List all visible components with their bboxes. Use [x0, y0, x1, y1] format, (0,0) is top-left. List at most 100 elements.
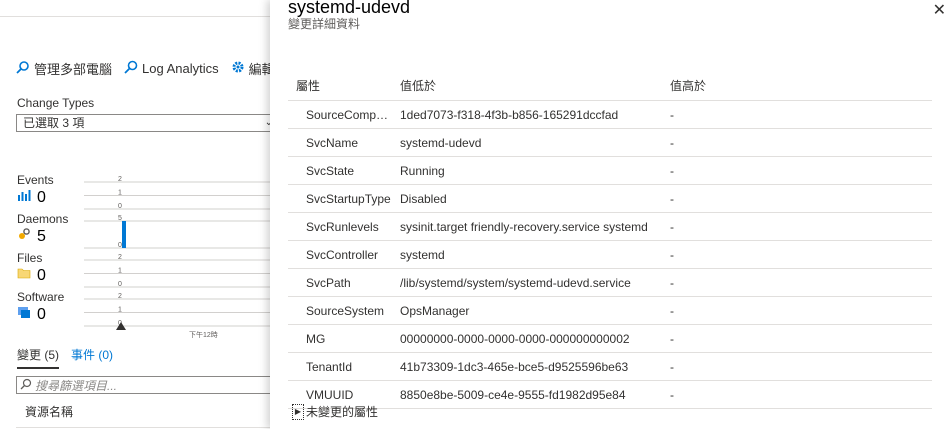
cell-property: SvcRunlevels [306, 219, 379, 234]
tick-label: 0 [118, 242, 122, 249]
cell-property: SvcState [306, 163, 355, 178]
cell-new-value: - [670, 275, 674, 290]
metric-software: Software 0 [17, 290, 64, 324]
change-types-label: Change Types [17, 96, 95, 110]
table-row[interactable]: SourceSystem OpsManager - [288, 297, 932, 325]
table-row[interactable]: SourceComputerId 1ded7073-f318-4f3b-b856-… [288, 101, 932, 129]
cell-property: SourceSystem [306, 303, 385, 318]
cell-old-value: /lib/systemd/system/systemd-udevd.servic… [400, 275, 631, 290]
tick-label: 1 [118, 190, 122, 197]
header-divider [0, 16, 270, 17]
gear-icon [231, 60, 245, 77]
cell-property: SvcPath [306, 275, 351, 290]
resource-name-column-header: 資源名稱 [25, 405, 74, 419]
table-row[interactable]: SvcState Running - [288, 157, 932, 185]
search-placeholder: 搜尋篩選項目... [35, 378, 118, 393]
cell-old-value: OpsManager [400, 303, 470, 318]
table-row[interactable]: MG 00000000-0000-0000-0000-000000000002 - [288, 325, 932, 353]
table-row[interactable]: SvcController systemd - [288, 241, 932, 269]
tick-label: 2 [118, 293, 122, 300]
edit-settings-button[interactable]: 編輯 [231, 59, 275, 78]
column-header-property[interactable]: 屬性 [288, 77, 392, 94]
tick-label: 0 [118, 281, 122, 288]
cell-new-value: - [670, 107, 674, 122]
cell-old-value: Disabled [400, 191, 447, 206]
tab-strip: 變更 (5) 事件 (0) [17, 346, 113, 369]
metric-label: Files [17, 251, 43, 265]
tick-label: 2 [118, 176, 122, 183]
cell-property: SvcName [306, 135, 359, 150]
metric-label: Events [17, 173, 54, 187]
chart-bar [122, 221, 126, 248]
metric-label: Software [17, 290, 65, 304]
cell-old-value: systemd-udevd [400, 135, 482, 150]
manage-machines-button[interactable]: 管理多部電腦 [16, 59, 112, 78]
manage-machines-icon [16, 60, 30, 77]
metric-events: Events 0 [17, 173, 54, 207]
column-header-new-value[interactable]: 值高於 [662, 77, 932, 94]
change-types-dropdown[interactable]: 已選取 3 項 ⌄ [16, 114, 278, 132]
table-row[interactable]: VMUUID 8850e8be-5009-ce4e-9555-fd1982d95e… [288, 381, 932, 409]
cell-old-value: 1ded7073-f318-4f3b-b856-165291dccfad [400, 107, 619, 122]
cell-old-value: 8850e8be-5009-ce4e-9555-fd1982d95e84 [400, 387, 626, 402]
cell-new-value: - [670, 219, 674, 234]
cell-property: SourceComputerId [306, 107, 392, 122]
folder-icon [17, 266, 31, 285]
panel-subtitle: 變更詳細資料 [288, 17, 361, 31]
tab-changes[interactable]: 變更 (5) [17, 346, 60, 369]
change-timeline-chart: 21050210210下午12時 [84, 176, 270, 339]
tick-label: 1 [118, 307, 122, 314]
unchanged-properties-label: 未變更的屬性 [306, 405, 379, 419]
daemons-gear-icon [17, 227, 31, 246]
cell-new-value: - [670, 247, 674, 262]
cell-old-value: 00000000-0000-0000-0000-000000000002 [400, 331, 630, 346]
metric-value: 0 [37, 188, 46, 206]
column-header-old-value[interactable]: 值低於 [392, 77, 662, 94]
table-row[interactable]: SvcRunlevels sysinit.target friendly-reco… [288, 213, 932, 241]
cell-new-value: - [670, 387, 674, 402]
unchanged-properties-toggle[interactable]: ▶ 未變更的屬性 [292, 403, 378, 420]
metric-value: 0 [37, 305, 46, 323]
change-details-grid: 屬性 值低於 值高於 SourceComputerId 1ded7073-f318… [288, 70, 932, 409]
table-row[interactable]: TenantId 41b73309-1dc3-465e-bce5-d9525596… [288, 353, 932, 381]
search-icon [124, 60, 138, 77]
cell-new-value: - [670, 303, 674, 318]
metric-value: 5 [37, 227, 46, 245]
table-row[interactable]: SvcPath/lib/systemd/system/systemd-udevd… [288, 269, 932, 297]
cell-property: VMUUID [306, 387, 354, 402]
search-icon [20, 378, 32, 393]
change-tracking-page: 管理多部電腦 Log Analytics 編輯 Change Types 已選取… [0, 0, 278, 429]
cell-new-value: - [670, 135, 674, 150]
expand-triangle-icon: ▶ [292, 403, 304, 420]
x-axis-label: 下午12時 [189, 330, 218, 339]
cell-new-value: - [670, 163, 674, 178]
cell-new-value: - [670, 191, 674, 206]
software-window-icon [17, 305, 31, 324]
metric-label: Daemons [17, 212, 69, 226]
tick-label: 1 [118, 268, 122, 275]
cell-old-value: systemd [400, 247, 445, 262]
log-analytics-label: Log Analytics [142, 60, 219, 76]
cell-old-value: Running [400, 163, 445, 178]
close-icon[interactable]: ✕ [933, 0, 946, 20]
table-row[interactable]: SvcName systemd-udevd - [288, 129, 932, 157]
tick-label: 0 [118, 203, 122, 210]
grid-header-row: 屬性 值低於 值高於 [288, 70, 932, 101]
change-details-panel: systemd-udevd 變更詳細資料 ✕ 屬性 值低於 值高於 Source… [270, 0, 952, 429]
tab-events[interactable]: 事件 (0) [71, 346, 113, 369]
metric-daemons: Daemons 5 [17, 212, 68, 246]
events-chart-icon [17, 188, 31, 207]
change-types-value: 已選取 3 項 [23, 116, 85, 130]
cell-old-value: sysinit.target friendly-recovery.service… [400, 219, 648, 234]
search-input[interactable]: 搜尋篩選項目... [16, 376, 272, 394]
table-row[interactable]: SvcStartupType Disabled - [288, 185, 932, 213]
cell-property: SvcStartupType [306, 191, 391, 206]
tick-label: 5 [118, 215, 122, 222]
metric-value: 0 [37, 266, 46, 284]
cell-property: TenantId [306, 359, 353, 374]
manage-machines-label: 管理多部電腦 [34, 61, 113, 77]
cell-property: SvcController [306, 247, 379, 262]
cell-new-value: - [670, 331, 674, 346]
log-analytics-button[interactable]: Log Analytics [124, 60, 219, 77]
divider [16, 427, 272, 428]
